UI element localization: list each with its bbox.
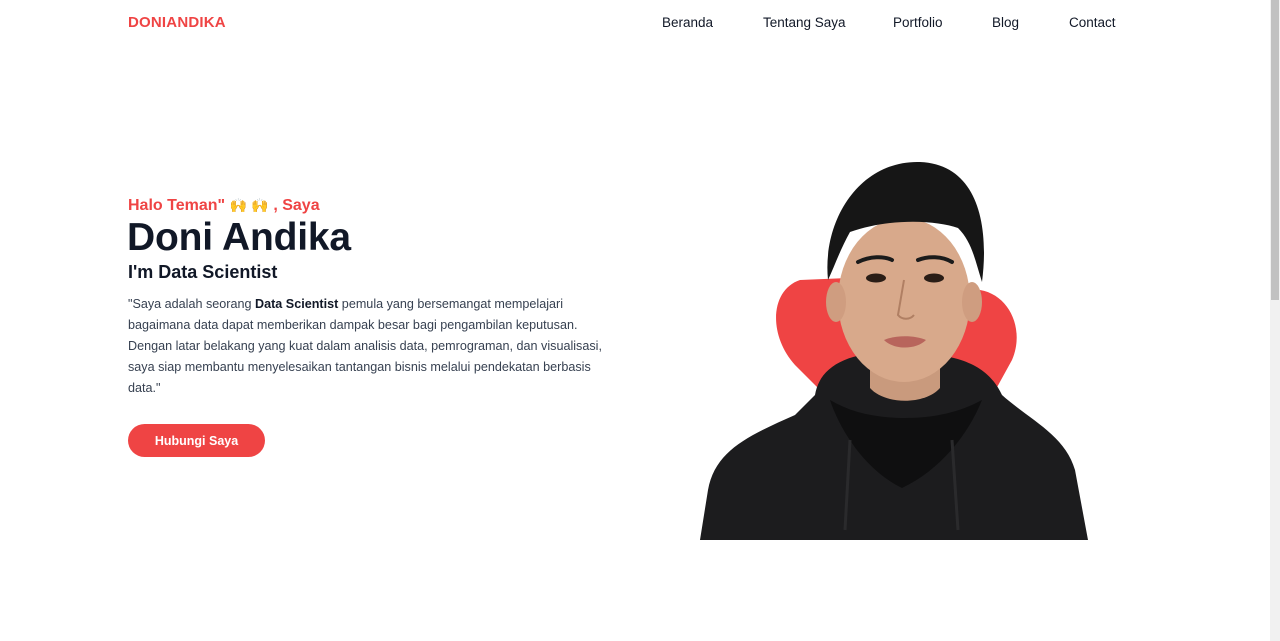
hero-role: I'm Data Scientist (128, 262, 278, 282)
person-portrait-icon (700, 161, 1088, 540)
greeting-suffix: , Saya (273, 197, 320, 214)
hero-portrait (690, 150, 1100, 540)
navbar: DONIANDIKA Beranda Tentang Saya Portfoli… (0, 0, 1270, 46)
contact-me-button[interactable]: Hubungi Saya (128, 424, 265, 457)
nav-link-portfolio[interactable]: Portfolio (893, 15, 943, 30)
brand-logo[interactable]: DONIANDIKA (128, 14, 226, 31)
hero-greeting: Halo Teman" 🙌 🙌 , Saya (128, 197, 320, 215)
nav-link-tentang-saya[interactable]: Tentang Saya (763, 15, 846, 30)
nav-link-blog[interactable]: Blog (992, 15, 1019, 30)
hero-name: Doni Andika (127, 216, 351, 259)
scrollbar[interactable] (1270, 0, 1280, 641)
description-highlight: Data Scientist (255, 297, 339, 311)
scrollbar-thumb[interactable] (1271, 0, 1279, 300)
hero-description: "Saya adalah seorang Data Scientist pemu… (128, 294, 620, 399)
nav-link-beranda[interactable]: Beranda (662, 15, 713, 30)
nav-link-contact[interactable]: Contact (1069, 15, 1116, 30)
raised-hands-icon: 🙌 🙌 (229, 198, 269, 214)
description-text-end: pemula yang bersemangat mempelajari baga… (128, 297, 602, 395)
greeting-text: Halo Teman" (128, 197, 226, 214)
description-text-start: "Saya adalah seorang (128, 297, 256, 311)
